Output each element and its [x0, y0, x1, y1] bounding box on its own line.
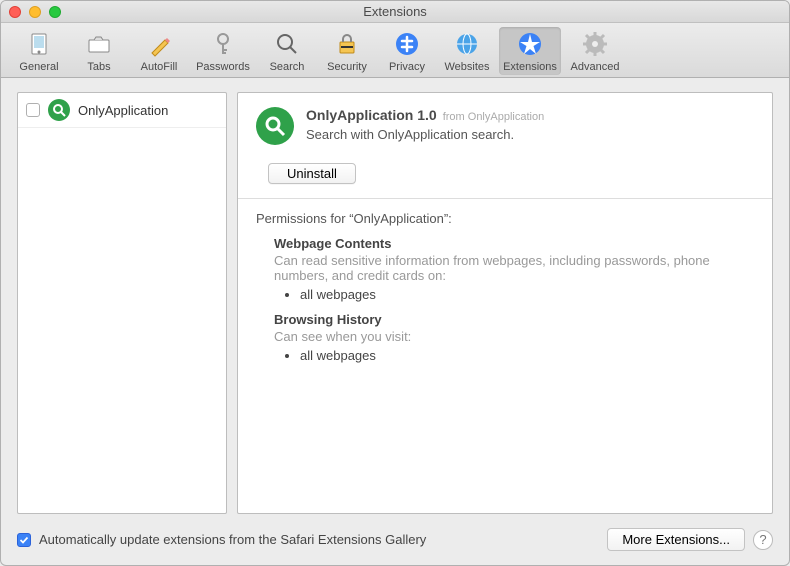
extension-enable-checkbox[interactable] [26, 103, 40, 117]
advanced-icon [580, 29, 610, 59]
toolbar: General Tabs AutoFill Passwords Search [1, 23, 789, 78]
permissions-header: Permissions for “OnlyApplication”: [256, 211, 754, 226]
tab-label: Search [270, 61, 305, 73]
detail-extension-icon [256, 107, 294, 145]
permission-heading: Browsing History [274, 312, 754, 327]
extension-row[interactable]: OnlyApplication [18, 93, 226, 128]
tab-general[interactable]: General [11, 27, 67, 75]
detail-title: OnlyApplication 1.0 [306, 107, 437, 123]
auto-update-label: Automatically update extensions from the… [39, 532, 599, 547]
tab-label: AutoFill [141, 61, 178, 73]
permission-list: all webpages [300, 348, 754, 363]
tab-label: Extensions [503, 61, 557, 73]
tab-label: Security [327, 61, 367, 73]
titlebar: Extensions [1, 1, 789, 23]
permission-section: Browsing History Can see when you visit:… [274, 312, 754, 363]
detail-header: OnlyApplication 1.0 from OnlyApplication… [256, 107, 754, 145]
tabs-icon [84, 29, 114, 59]
uninstall-button[interactable]: Uninstall [268, 163, 356, 184]
tab-websites[interactable]: Websites [439, 27, 495, 75]
tab-label: General [19, 61, 58, 73]
permission-body: Can see when you visit: [274, 329, 754, 344]
tab-label: Websites [444, 61, 489, 73]
tab-label: Advanced [571, 61, 620, 73]
extension-details: OnlyApplication 1.0 from OnlyApplication… [237, 92, 773, 514]
preferences-window: Extensions General Tabs AutoFill Passwor… [0, 0, 790, 566]
permission-heading: Webpage Contents [274, 236, 754, 251]
help-button[interactable]: ? [753, 530, 773, 550]
divider [238, 198, 772, 199]
permission-list: all webpages [300, 287, 754, 302]
detail-from: from OnlyApplication [443, 111, 545, 123]
permission-body: Can read sensitive information from webp… [274, 253, 754, 283]
tab-security[interactable]: Security [319, 27, 375, 75]
tab-search[interactable]: Search [259, 27, 315, 75]
passwords-icon [208, 29, 238, 59]
tab-label: Privacy [389, 61, 425, 73]
tab-advanced[interactable]: Advanced [565, 27, 625, 75]
privacy-icon [392, 29, 422, 59]
tab-label: Tabs [87, 61, 110, 73]
permission-item: all webpages [300, 287, 754, 302]
detail-description: Search with OnlyApplication search. [306, 127, 544, 142]
security-icon [332, 29, 362, 59]
autofill-icon [144, 29, 174, 59]
search-icon [272, 29, 302, 59]
extension-name: OnlyApplication [78, 103, 168, 118]
permission-item: all webpages [300, 348, 754, 363]
tab-passwords[interactable]: Passwords [191, 27, 255, 75]
websites-icon [452, 29, 482, 59]
window-title: Extensions [1, 4, 789, 19]
tab-extensions[interactable]: Extensions [499, 27, 561, 75]
extensions-icon [515, 29, 545, 59]
extensions-sidebar: OnlyApplication [17, 92, 227, 514]
more-extensions-button[interactable]: More Extensions... [607, 528, 745, 551]
auto-update-checkbox[interactable] [17, 533, 31, 547]
tab-privacy[interactable]: Privacy [379, 27, 435, 75]
extension-icon [48, 99, 70, 121]
content-area: OnlyApplication OnlyApplication 1.0 from… [1, 78, 789, 520]
tab-autofill[interactable]: AutoFill [131, 27, 187, 75]
general-icon [24, 29, 54, 59]
tab-label: Passwords [196, 61, 250, 73]
permission-section: Webpage Contents Can read sensitive info… [274, 236, 754, 302]
footer: Automatically update extensions from the… [1, 520, 789, 565]
tab-tabs[interactable]: Tabs [71, 27, 127, 75]
